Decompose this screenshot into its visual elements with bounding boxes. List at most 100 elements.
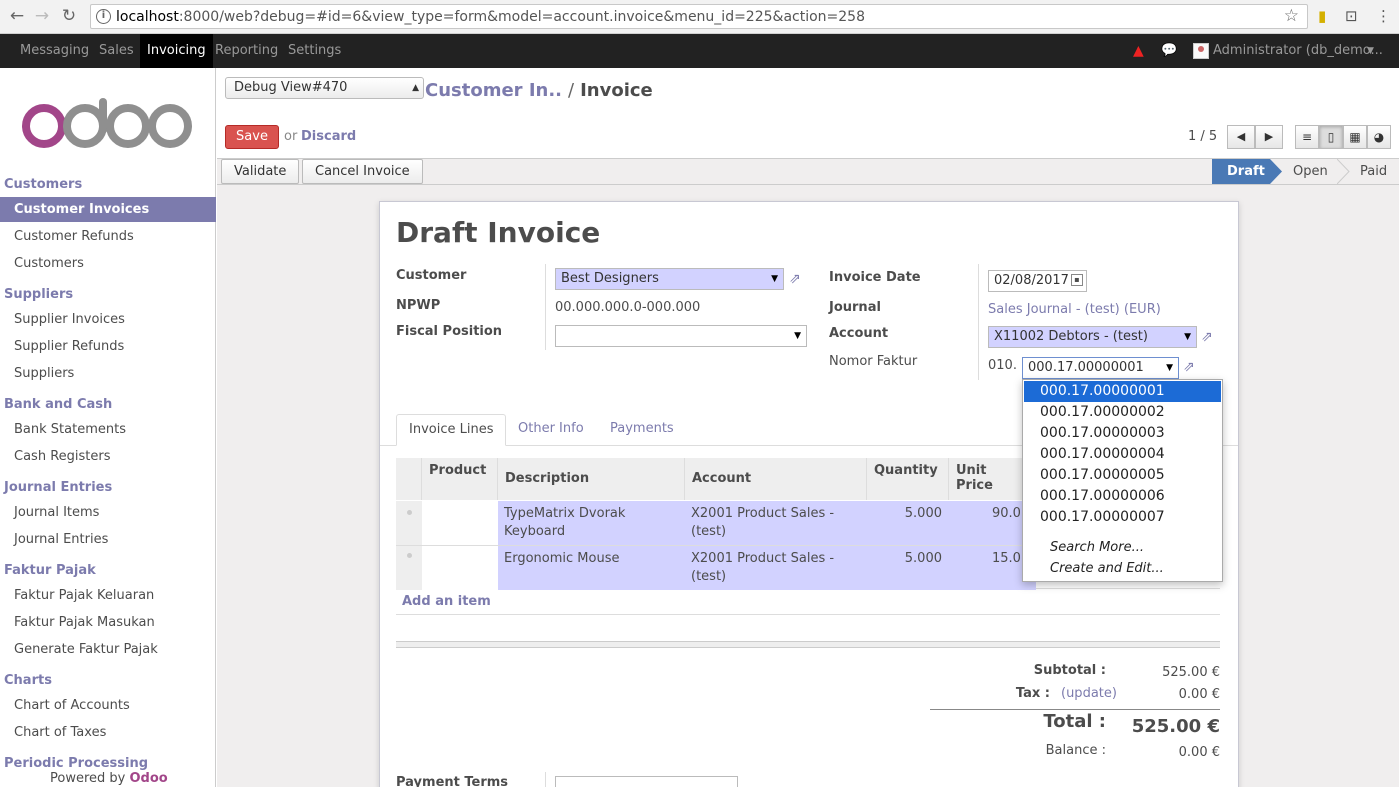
sidebar-item-customer-refunds[interactable]: Customer Refunds xyxy=(0,224,216,249)
sidebar-item-faktur-pajak-keluaran[interactable]: Faktur Pajak Keluaran xyxy=(0,583,216,608)
user-menu[interactable]: Administrator (db_demo... xyxy=(1213,34,1383,68)
cell-product[interactable] xyxy=(422,546,498,590)
debug-view-select[interactable]: Debug View#470 ▲ xyxy=(225,77,424,99)
journal-link[interactable]: Sales Journal - (test) (EUR) xyxy=(988,302,1161,317)
sidebar-item-journal-entries[interactable]: Journal Entries xyxy=(0,527,216,552)
account-field[interactable]: X11002 Debtors - (test) ▼ xyxy=(988,326,1197,348)
menu-messaging[interactable]: Messaging xyxy=(13,34,96,68)
chevron-down-icon[interactable]: ▼ xyxy=(1166,358,1173,378)
column-header-product[interactable]: Product xyxy=(422,458,498,500)
sidebar-item-supplier-refunds[interactable]: Supplier Refunds xyxy=(0,334,216,359)
column-header-quantity[interactable]: Quantity xyxy=(867,458,949,500)
sidebar-item-faktur-pajak-masukan[interactable]: Faktur Pajak Masukan xyxy=(0,610,216,635)
extension-icon[interactable]: ▮ xyxy=(1318,7,1326,25)
right-group-divider xyxy=(978,264,979,380)
cell-quantity[interactable]: 5.000 xyxy=(867,501,949,545)
external-link-icon[interactable]: ⇗ xyxy=(1201,329,1217,345)
sidebar-item-customer-invoices[interactable]: Customer Invoices xyxy=(0,197,216,222)
address-bar[interactable]: i localhost:8000/web?debug=#id=6&view_ty… xyxy=(90,4,1308,29)
table-row[interactable]: Ergonomic Mouse X2001 Product Sales - (t… xyxy=(396,545,1036,590)
stage-draft[interactable]: Draft xyxy=(1227,159,1265,184)
validate-button[interactable]: Validate xyxy=(221,159,300,184)
dropdown-option[interactable]: 000.17.00000003 xyxy=(1024,423,1221,444)
create-and-edit-option[interactable]: Create and Edit... xyxy=(1050,561,1164,576)
pager-next-button[interactable]: ▶ xyxy=(1255,125,1283,149)
cell-quantity[interactable]: 5.000 xyxy=(867,546,949,590)
sidebar-item-chart-of-accounts[interactable]: Chart of Accounts xyxy=(0,693,216,718)
cell-description[interactable]: Ergonomic Mouse xyxy=(498,546,685,590)
sidebar-item-supplier-invoices[interactable]: Supplier Invoices xyxy=(0,307,216,332)
customer-field[interactable]: Best Designers ▼ xyxy=(555,268,784,290)
dropdown-option[interactable]: 000.17.00000005 xyxy=(1024,465,1221,486)
form-view-button[interactable]: ▯ xyxy=(1319,125,1343,149)
column-header-description[interactable]: Description xyxy=(498,458,685,500)
fiscal-position-field[interactable]: ▼ xyxy=(555,325,807,347)
external-link-icon[interactable]: ⇗ xyxy=(1183,359,1199,375)
sidebar-item-journal-items[interactable]: Journal Items xyxy=(0,500,216,525)
dropdown-option[interactable]: 000.17.00000004 xyxy=(1024,444,1221,465)
balance-label: Balance : xyxy=(1045,743,1106,758)
menu-sales[interactable]: Sales xyxy=(92,34,141,68)
warning-icon[interactable]: ▲ xyxy=(1133,43,1144,59)
column-header-unit-price[interactable]: Unit Price xyxy=(949,458,1024,500)
nomor-faktur-value[interactable]: 000.17.00000001 xyxy=(1028,360,1144,375)
dropdown-option[interactable]: 000.17.00000007 xyxy=(1024,507,1221,528)
sidebar-item-generate-faktur-pajak[interactable]: Generate Faktur Pajak xyxy=(0,637,216,662)
stage-paid[interactable]: Paid xyxy=(1360,159,1387,184)
tab-invoice-lines[interactable]: Invoice Lines xyxy=(396,414,507,446)
stage-open[interactable]: Open xyxy=(1293,159,1328,184)
search-more-option[interactable]: Search More... xyxy=(1050,540,1144,555)
tax-update-link[interactable]: (update) xyxy=(1061,686,1117,701)
dropdown-option[interactable]: 000.17.00000001 xyxy=(1024,381,1221,402)
chat-icon[interactable]: 💬 xyxy=(1161,43,1177,58)
cell-description[interactable]: TypeMatrix Dvorak Keyboard xyxy=(498,501,685,545)
cast-icon[interactable]: ⊡ xyxy=(1345,7,1358,25)
row-handle[interactable] xyxy=(396,501,422,545)
calendar-view-button[interactable]: ▦ xyxy=(1343,125,1367,149)
total-value: 525.00 € xyxy=(1131,716,1220,737)
graph-view-button[interactable]: ◕ xyxy=(1367,125,1391,149)
cell-account[interactable]: X2001 Product Sales - (test) xyxy=(685,546,867,590)
sidebar-item-customers[interactable]: Customers xyxy=(0,251,216,276)
avatar[interactable] xyxy=(1193,43,1209,59)
discard-button[interactable]: Discard xyxy=(301,129,356,144)
external-link-icon[interactable]: ⇗ xyxy=(789,271,805,287)
info-icon[interactable]: i xyxy=(96,9,111,24)
reload-icon[interactable]: ↻ xyxy=(58,6,80,26)
menu-reporting[interactable]: Reporting xyxy=(208,34,285,68)
payment-terms-field[interactable] xyxy=(555,776,738,787)
dropdown-option[interactable]: 000.17.00000002 xyxy=(1024,402,1221,423)
drag-handle-icon[interactable] xyxy=(407,553,412,558)
row-handle[interactable] xyxy=(396,546,422,590)
breadcrumb-parent[interactable]: Customer In.. xyxy=(425,80,562,101)
tab-other-info[interactable]: Other Info xyxy=(506,414,596,446)
add-item-link[interactable]: Add an item xyxy=(402,594,491,609)
cancel-invoice-button[interactable]: Cancel Invoice xyxy=(302,159,423,184)
bookmark-star-icon[interactable]: ☆ xyxy=(1284,6,1299,26)
cell-account[interactable]: X2001 Product Sales - (test) xyxy=(685,501,867,545)
sidebar-item-suppliers[interactable]: Suppliers xyxy=(0,361,216,386)
drag-handle-icon[interactable] xyxy=(407,510,412,515)
forward-icon[interactable]: → xyxy=(31,6,53,26)
pager-previous-button[interactable]: ◀ xyxy=(1227,125,1255,149)
table-row[interactable]: TypeMatrix Dvorak Keyboard X2001 Product… xyxy=(396,501,1036,545)
menu-settings[interactable]: Settings xyxy=(281,34,348,68)
chevron-down-icon[interactable]: ▼ xyxy=(1367,34,1374,68)
sidebar-item-cash-registers[interactable]: Cash Registers xyxy=(0,444,216,469)
sidebar-item-bank-statements[interactable]: Bank Statements xyxy=(0,417,216,442)
save-button[interactable]: Save xyxy=(225,125,279,149)
cell-product[interactable] xyxy=(422,501,498,545)
back-icon[interactable]: ← xyxy=(6,6,28,26)
menu-icon[interactable]: ⋮ xyxy=(1376,7,1391,25)
sidebar-item-chart-of-taxes[interactable]: Chart of Taxes xyxy=(0,720,216,745)
dropdown-option[interactable]: 000.17.00000006 xyxy=(1024,486,1221,507)
list-view-button[interactable]: ≡ xyxy=(1295,125,1319,149)
odoo-logo[interactable] xyxy=(22,98,192,150)
nomor-faktur-field[interactable]: 000.17.00000001 ▼ xyxy=(1022,357,1179,379)
tab-payments[interactable]: Payments xyxy=(598,414,686,446)
menu-invoicing[interactable]: Invoicing xyxy=(140,34,213,68)
powered-by-brand-link[interactable]: Odoo xyxy=(130,771,168,786)
fiscal-position-label: Fiscal Position xyxy=(396,324,503,339)
calendar-icon[interactable]: ▪ xyxy=(1071,274,1083,286)
column-header-account[interactable]: Account xyxy=(685,458,867,500)
